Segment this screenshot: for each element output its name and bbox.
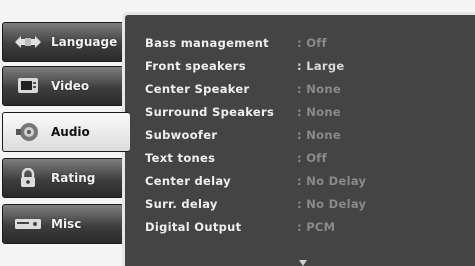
speaker-icon <box>15 122 41 142</box>
setting-label: Front speakers <box>145 59 246 73</box>
setting-label: Center Speaker <box>145 82 250 96</box>
setting-value: : No Delay <box>297 197 367 211</box>
setting-label: Text tones <box>145 151 216 165</box>
dvd-player-icon <box>15 214 41 234</box>
setting-label: Center delay <box>145 174 231 188</box>
setting-value: : None <box>297 105 341 119</box>
setting-label: Digital Output <box>145 220 242 234</box>
scroll-down-arrow-icon[interactable] <box>299 260 307 266</box>
setting-value: : Large <box>297 59 345 73</box>
tab-label: Audio <box>51 125 90 139</box>
setting-row-text-tones[interactable]: Text tones : Off <box>145 147 465 169</box>
tab-label: Misc <box>51 217 82 231</box>
setting-row-subwoofer[interactable]: Subwoofer : None <box>145 124 465 146</box>
setting-row-front-speakers[interactable]: Front speakers : Large <box>145 55 465 77</box>
setup-menu-screen: Language Video Audio Rating Misc Bass ma… <box>0 0 475 266</box>
setting-value: : PCM <box>297 220 336 234</box>
setting-row-center-delay[interactable]: Center delay : No Delay <box>145 170 465 192</box>
tab-video[interactable]: Video <box>2 66 124 106</box>
tab-audio[interactable]: Audio <box>2 112 130 152</box>
tab-language[interactable]: Language <box>2 22 124 62</box>
lock-icon <box>15 168 41 188</box>
setting-row-center-speaker[interactable]: Center Speaker : None <box>145 78 465 100</box>
tab-label: Video <box>51 79 90 93</box>
tab-misc[interactable]: Misc <box>2 204 124 244</box>
setting-value: : No Delay <box>297 174 367 188</box>
setting-label: Surr. delay <box>145 197 218 211</box>
setting-row-surr-delay[interactable]: Surr. delay : No Delay <box>145 193 465 215</box>
setting-value: : Off <box>297 36 327 50</box>
setting-row-bass-management[interactable]: Bass management : Off <box>145 32 465 54</box>
tab-rating[interactable]: Rating <box>2 158 124 198</box>
audio-settings-panel: Bass management : Off Front speakers : L… <box>122 12 475 266</box>
tab-label: Rating <box>51 171 96 185</box>
setting-value: : Off <box>297 151 327 165</box>
setting-row-surround-speakers[interactable]: Surround Speakers : None <box>145 101 465 123</box>
tab-label: Language <box>51 35 118 49</box>
setting-value: : None <box>297 82 341 96</box>
speaker-arrows-icon <box>15 32 41 52</box>
setting-row-digital-output[interactable]: Digital Output : PCM <box>145 216 465 238</box>
setting-label: Bass management <box>145 36 269 50</box>
setting-label: Surround Speakers <box>145 105 275 119</box>
setting-label: Subwoofer <box>145 128 218 142</box>
tv-icon <box>15 76 41 96</box>
setting-value: : None <box>297 128 341 142</box>
